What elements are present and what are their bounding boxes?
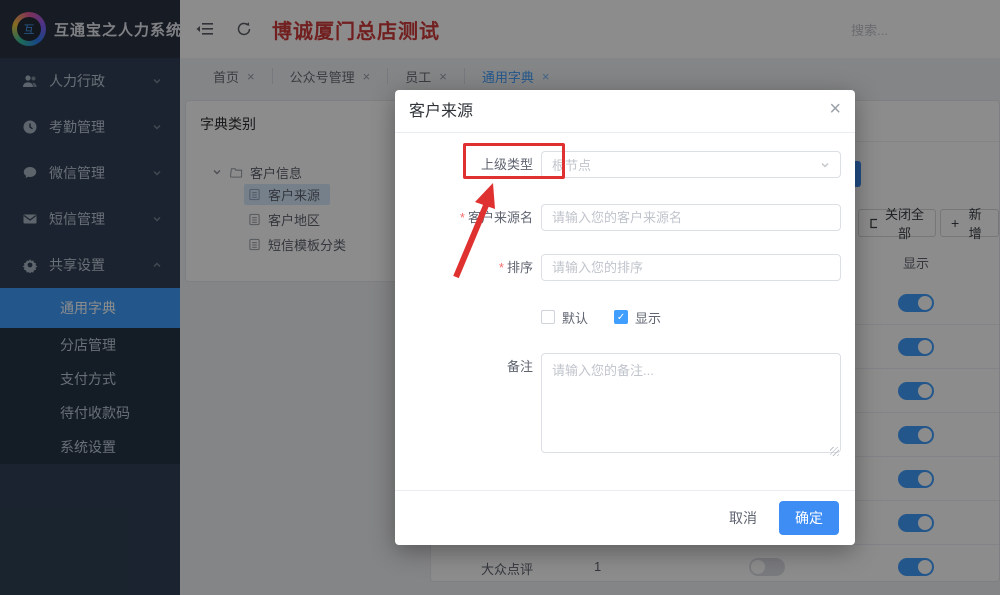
- close-dialog-icon[interactable]: ×: [829, 99, 841, 119]
- cancel-button[interactable]: 取消: [715, 501, 771, 535]
- default-checkbox-group[interactable]: 默认: [541, 308, 588, 327]
- form-row-sort: * 排序: [395, 254, 855, 281]
- sort-input[interactable]: [541, 254, 841, 281]
- remark-textarea[interactable]: [541, 353, 841, 453]
- show-checkbox-group[interactable]: ✓ 显示: [614, 308, 661, 327]
- sort-label: * 排序: [498, 260, 533, 275]
- parent-type-label: 上级类型: [480, 157, 533, 172]
- default-checkbox[interactable]: [541, 310, 555, 324]
- required-asterisk: *: [498, 260, 504, 275]
- dialog-footer: 取消 确定: [395, 490, 855, 545]
- form-row-source-name: * 客户来源名: [395, 204, 855, 231]
- confirm-button[interactable]: 确定: [779, 501, 839, 535]
- parent-type-select[interactable]: 根节点: [541, 151, 841, 178]
- dialog-title: 客户来源: [409, 103, 474, 120]
- source-name-label: * 客户来源名: [459, 210, 533, 225]
- show-checkbox-label: 显示: [635, 310, 662, 326]
- required-asterisk: *: [459, 210, 465, 225]
- parent-type-value: 根节点: [552, 158, 592, 173]
- show-checkbox[interactable]: ✓: [614, 310, 629, 324]
- dialog-header: 客户来源 ×: [395, 90, 855, 133]
- chevron-down-icon: [821, 162, 829, 167]
- form-row-checkboxes: 默认 ✓ 显示: [541, 308, 855, 327]
- dialog-body: 上级类型 根节点 *客户来源名 *排序: [395, 133, 855, 458]
- app-root: 互通宝之人力系统 人力行政 考勤管理 微信管理 短信管理: [0, 0, 1000, 595]
- default-checkbox-label: 默认: [562, 310, 589, 326]
- remark-label: 备注: [506, 359, 533, 374]
- customer-source-dialog: 客户来源 × 上级类型 根节点 *客户来源名 *排序: [395, 90, 855, 545]
- form-row-parent-type: 上级类型 根节点: [395, 151, 855, 178]
- form-row-remark: 备注: [395, 353, 855, 458]
- source-name-input[interactable]: [541, 204, 841, 231]
